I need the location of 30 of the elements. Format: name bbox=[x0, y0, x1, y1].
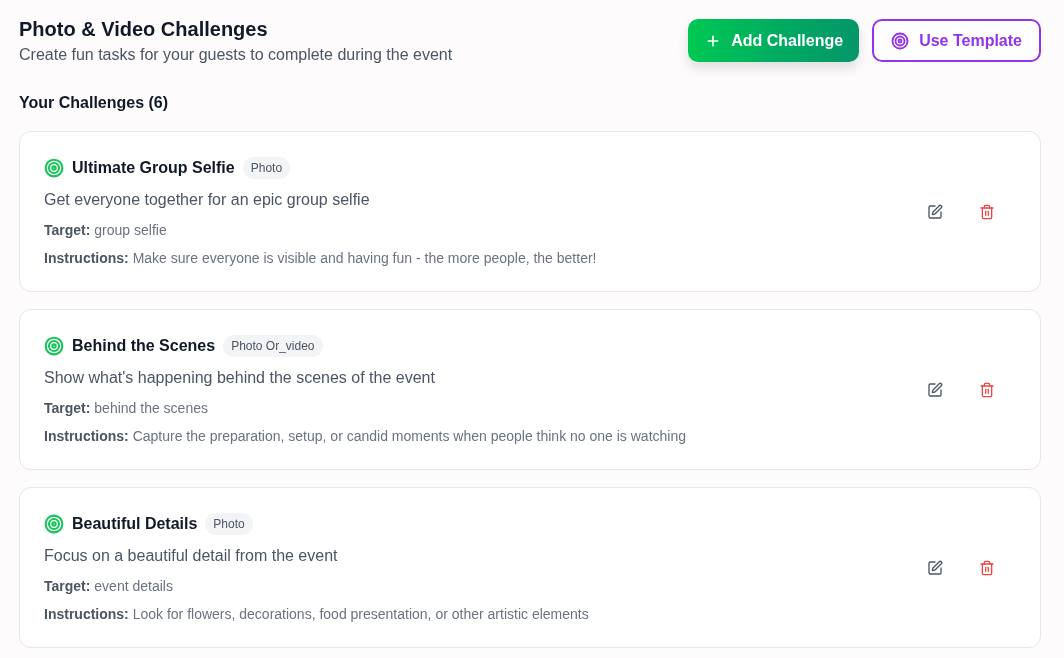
target-icon bbox=[44, 514, 64, 534]
type-badge: Photo bbox=[205, 513, 253, 535]
edit-icon bbox=[927, 203, 943, 220]
challenge-description: Focus on a beautiful detail from the event bbox=[44, 546, 339, 566]
challenge-target: Target: behind the scenes bbox=[44, 399, 209, 418]
page-title: Photo & Video Challenges bbox=[19, 17, 269, 42]
challenge-title: Behind the Scenes bbox=[72, 336, 216, 356]
trash-icon bbox=[979, 203, 995, 220]
challenge-title: Ultimate Group Selfie bbox=[72, 158, 235, 178]
type-badge: Photo bbox=[242, 157, 291, 179]
target-icon bbox=[891, 31, 910, 50]
edit-icon bbox=[927, 381, 943, 398]
add-challenge-button[interactable]: Add Challenge bbox=[688, 19, 860, 62]
type-badge: Photo Or_video bbox=[223, 335, 323, 357]
challenge-instructions: Instructions: Look for flowers, decorations, food presentation, or other artistic elements bbox=[44, 605, 589, 624]
use-template-button[interactable]: Use Template bbox=[872, 19, 1041, 62]
challenge-instructions: Instructions: Capture the preparation, setup, or candid moments when people think no one is watching bbox=[44, 427, 686, 446]
challenge-target: Target: event details bbox=[44, 577, 174, 596]
challenge-target: Target: group selfie bbox=[44, 221, 168, 240]
section-title: Your Challenges (6) bbox=[19, 93, 170, 113]
trash-icon bbox=[979, 381, 995, 398]
challenge-description: Show what's happening behind the scenes of the event bbox=[44, 368, 436, 388]
challenge-description: Get everyone together for an epic group selfie bbox=[44, 190, 371, 210]
challenge-title: Beautiful Details bbox=[72, 514, 198, 534]
page-subtitle: Create fun tasks for your guests to complete during the event bbox=[19, 45, 453, 65]
target-icon bbox=[44, 158, 64, 178]
edit-icon bbox=[927, 559, 943, 576]
challenge-instructions: Instructions: Make sure everyone is visible and having fun - the more people, the better! bbox=[44, 249, 597, 268]
trash-icon bbox=[979, 559, 995, 576]
target-icon bbox=[44, 336, 64, 356]
